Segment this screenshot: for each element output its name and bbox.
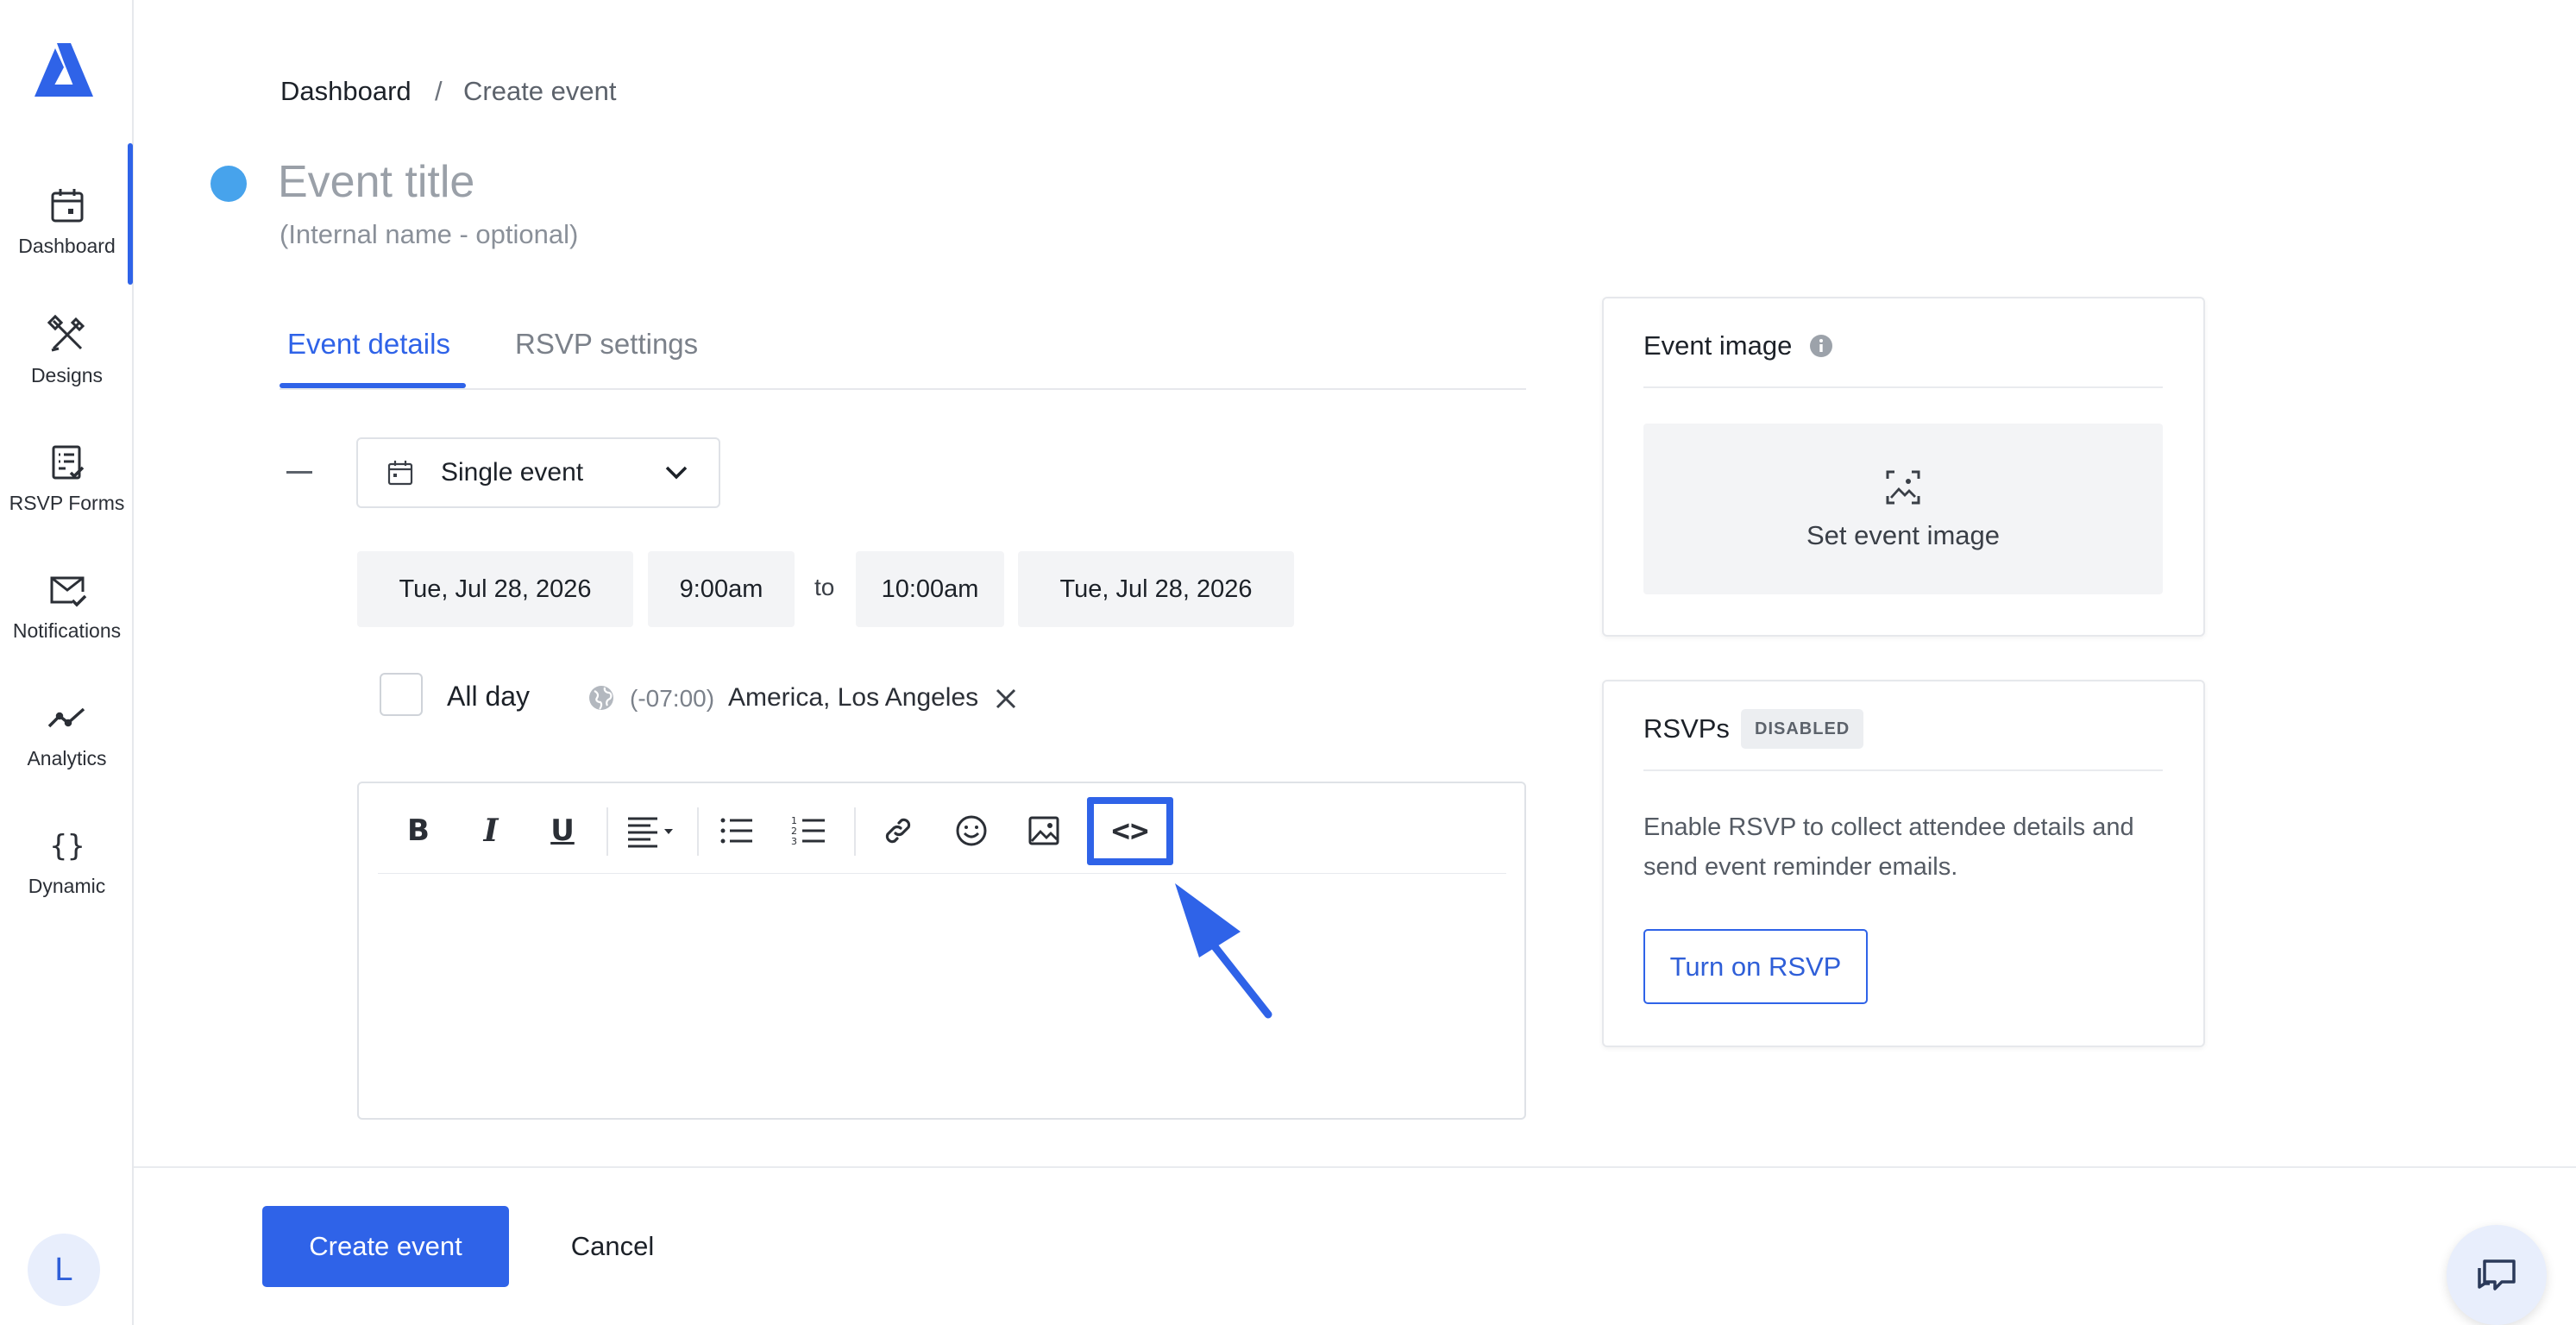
insert-image-button[interactable]	[1020, 807, 1068, 855]
emoji-button[interactable]	[947, 807, 996, 855]
link-icon	[881, 813, 915, 848]
italic-button[interactable]: I	[467, 807, 515, 855]
timezone-name[interactable]: America, Los Angeles	[728, 683, 978, 713]
sidebar-item-designs[interactable]: Designs	[0, 285, 134, 405]
footer-divider	[134, 1166, 2576, 1168]
turn-on-rsvp-button[interactable]: Turn on RSVP	[1643, 929, 1868, 1004]
create-event-button[interactable]: Create event	[262, 1206, 509, 1287]
event-title-input[interactable]	[278, 152, 985, 212]
form-check-icon	[47, 442, 88, 483]
tabs-divider	[280, 388, 1526, 390]
calendar-icon	[386, 458, 415, 487]
chat-support-button[interactable]	[2447, 1225, 2547, 1325]
all-day-checkbox[interactable]	[380, 673, 423, 716]
start-time-field[interactable]: 9:00am	[648, 551, 795, 627]
sidebar-item-label: Dynamic	[28, 875, 106, 897]
globe-icon	[587, 683, 616, 713]
sidebar: Dashboard Designs RSVP Forms Notificatio…	[0, 0, 134, 1325]
active-tab-indicator	[280, 383, 466, 388]
toolbar-divider	[606, 807, 608, 856]
mail-check-icon	[47, 569, 88, 611]
toolbar-divider	[854, 807, 856, 856]
bulleted-list-button[interactable]	[713, 807, 761, 855]
sidebar-item-label: Dashboard	[18, 235, 116, 257]
tab-rsvp-settings[interactable]: RSVP settings	[515, 328, 698, 361]
chevron-down-icon	[663, 464, 689, 481]
chat-bubbles-icon	[2471, 1249, 2523, 1301]
start-date-field[interactable]: Tue, Jul 28, 2026	[357, 551, 633, 627]
svg-text:3: 3	[791, 836, 797, 847]
sidebar-item-analytics[interactable]: Analytics	[0, 668, 134, 788]
underline-button[interactable]: U	[538, 807, 587, 855]
code-view-button[interactable]: <>	[1087, 797, 1173, 865]
image-placeholder-icon	[1882, 467, 1924, 508]
sidebar-item-label: Analytics	[27, 747, 107, 769]
breadcrumb-dashboard[interactable]: Dashboard	[280, 76, 412, 107]
tab-event-details[interactable]: Event details	[287, 328, 450, 361]
all-day-label: All day	[447, 681, 531, 712]
numbered-list-button[interactable]: 1 2 3	[785, 807, 833, 855]
sidebar-item-dynamic[interactable]: {} Dynamic	[0, 795, 134, 916]
timezone-offset: (-07:00)	[630, 685, 715, 712]
align-dropdown-button[interactable]	[623, 807, 683, 855]
close-icon[interactable]	[992, 685, 1020, 713]
collapse-section-button[interactable]	[286, 471, 312, 474]
end-date-field[interactable]: Tue, Jul 28, 2026	[1018, 551, 1294, 627]
event-color-dot[interactable]	[210, 166, 247, 202]
user-avatar[interactable]: L	[28, 1234, 100, 1306]
card-divider	[1643, 386, 2163, 388]
sidebar-item-label: RSVP Forms	[9, 492, 125, 514]
rsvp-description: Enable RSVP to collect attendee details …	[1643, 813, 2134, 881]
analytics-line-icon	[47, 697, 88, 738]
svg-text:{}: {}	[49, 829, 85, 863]
sidebar-item-label: Notifications	[12, 619, 122, 642]
code-icon: <>	[1111, 813, 1149, 849]
range-to-label: to	[814, 574, 835, 600]
design-tools-icon	[47, 314, 88, 355]
toolbar-divider	[697, 807, 699, 856]
breadcrumb-current: Create event	[463, 76, 617, 106]
set-event-image-label: Set event image	[1806, 520, 2001, 550]
cancel-button[interactable]: Cancel	[552, 1206, 673, 1287]
breadcrumb-separator: /	[435, 76, 443, 106]
insert-link-button[interactable]	[874, 807, 922, 855]
align-left-icon	[623, 813, 683, 848]
sidebar-item-rsvp-forms[interactable]: RSVP Forms	[0, 412, 134, 533]
rsvp-card-title: RSVPs	[1643, 713, 1730, 744]
description-text-area[interactable]	[380, 885, 1510, 1105]
status-badge: DISABLED	[1741, 709, 1864, 749]
set-event-image-button[interactable]: Set event image	[1643, 424, 2163, 594]
event-title-hint: (Internal name - optional)	[280, 219, 579, 249]
sidebar-item-label: Designs	[30, 364, 104, 386]
sidebar-item-notifications[interactable]: Notifications	[0, 540, 134, 661]
event-type-select[interactable]: Single event	[356, 437, 720, 508]
calendar-icon	[47, 185, 88, 226]
editor-toolbar-divider	[378, 873, 1506, 874]
info-icon[interactable]	[1809, 334, 1833, 358]
sidebar-item-dashboard[interactable]: Dashboard	[0, 155, 134, 276]
app-logo-icon[interactable]	[33, 41, 95, 98]
annotation-arrow-icon	[1156, 871, 1294, 1027]
bold-button[interactable]: B	[394, 807, 443, 855]
bullet-list-icon	[718, 813, 756, 848]
numbered-list-icon: 1 2 3	[790, 813, 828, 848]
sidebar-active-indicator	[128, 143, 133, 285]
event-type-value: Single event	[441, 458, 584, 487]
image-icon	[1027, 813, 1061, 848]
end-time-field[interactable]: 10:00am	[856, 551, 1004, 627]
smiley-icon	[954, 813, 989, 848]
event-image-title: Event image	[1643, 330, 1793, 361]
curly-braces-icon: {}	[47, 825, 88, 866]
card-divider	[1643, 769, 2163, 771]
